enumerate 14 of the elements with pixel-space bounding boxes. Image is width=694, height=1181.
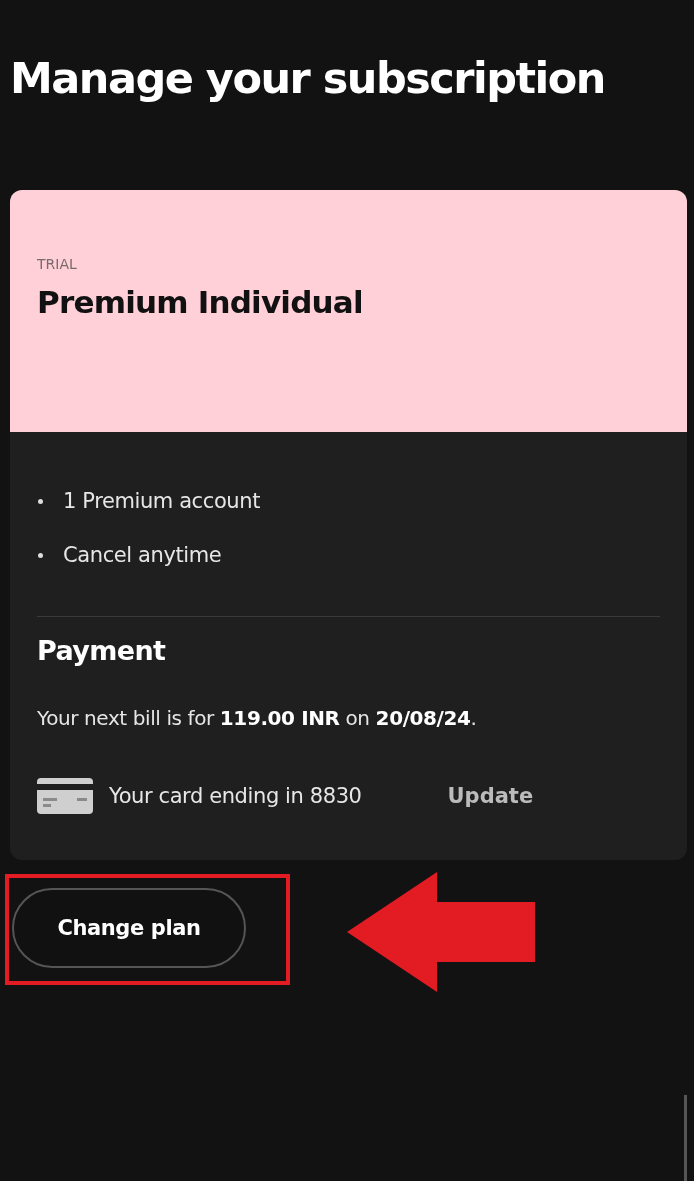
section-heading: Payment <box>37 635 167 666</box>
page-title: Manage your subscription <box>10 52 606 105</box>
change-plan-button[interactable]: Change plan <box>12 888 246 968</box>
bullet-icon <box>38 552 43 558</box>
credit-card-icon <box>37 778 93 814</box>
bullet-icon <box>38 498 43 504</box>
feature-text: 1 Premium account <box>63 489 261 513</box>
bill-text: Your next bill is for 119.00 INR on 20/08/24. <box>37 706 478 730</box>
arrow-icon <box>347 872 537 992</box>
update-link[interactable]: Update <box>447 784 534 808</box>
feature-text: Cancel anytime <box>63 543 222 567</box>
plan-name: Premium Individual <box>37 284 364 320</box>
plan-tag: TRIAL <box>37 256 660 272</box>
card-text: Your card ending in 8830 <box>109 784 362 808</box>
